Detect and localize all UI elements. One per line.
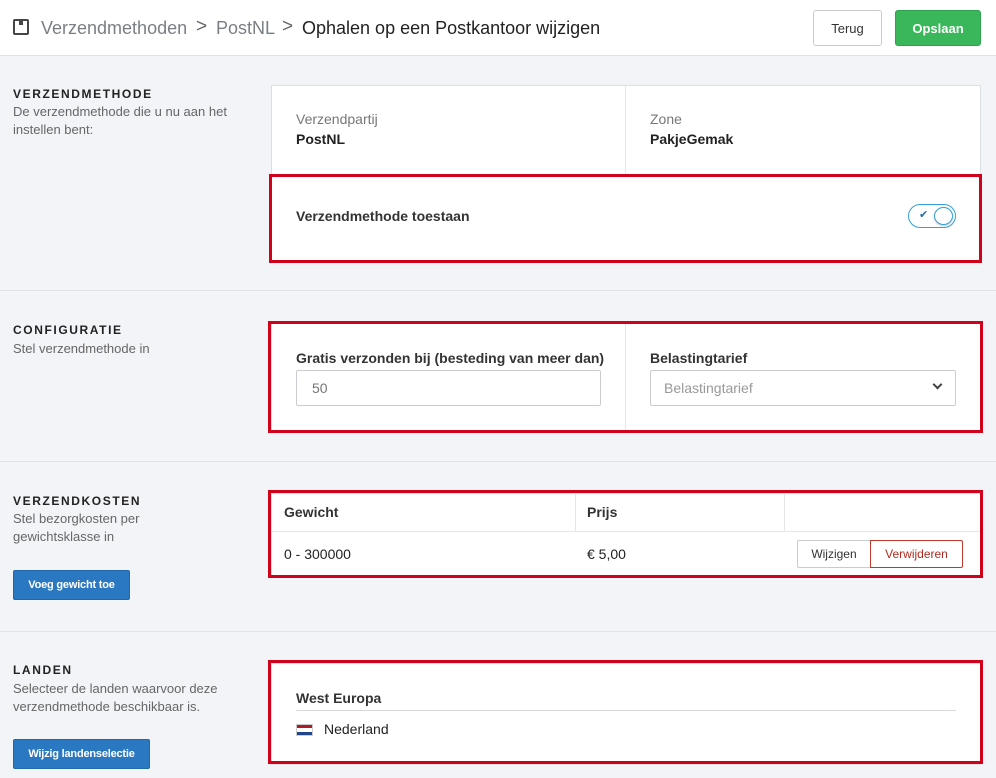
chevron-down-icon [932, 379, 943, 390]
section-title-verzendmethode: VERZENDMETHODE [13, 87, 153, 101]
carrier-value: PostNL [296, 131, 345, 147]
allow-method-toggle[interactable]: ✔ [908, 204, 956, 228]
tax-rate-select[interactable]: Belastingtarief [650, 370, 956, 406]
zone-label: Zone [650, 111, 682, 127]
edit-button[interactable]: Wijzigen [797, 540, 871, 568]
zone-value: PakjeGemak [650, 131, 734, 147]
countries-card [271, 663, 981, 765]
toggle-knob [934, 207, 953, 225]
netherlands-flag-icon [296, 724, 313, 736]
free-shipping-input[interactable] [296, 370, 601, 406]
package-icon [13, 19, 29, 35]
back-button[interactable]: Terug [813, 10, 882, 46]
section-title-configuratie: CONFIGURATIE [13, 323, 123, 337]
column-header-price: Prijs [587, 504, 618, 520]
carrier-label: Verzendpartij [296, 111, 378, 127]
region-heading: West Europa [296, 690, 382, 706]
country-item-nederland: Nederland [324, 721, 389, 737]
breadcrumb-separator: > [282, 16, 294, 37]
tax-rate-placeholder: Belastingtarief [664, 380, 753, 396]
top-bar: Verzendmethoden > PostNL > Ophalen op ee… [0, 0, 996, 56]
breadcrumb-separator: > [196, 16, 208, 37]
breadcrumb-verzendmethoden[interactable]: Verzendmethoden [41, 17, 187, 39]
save-button[interactable]: Opslaan [895, 10, 981, 46]
free-shipping-label: Gratis verzonden bij (besteding van meer… [296, 350, 605, 366]
add-weight-button[interactable]: Voeg gewicht toe [13, 570, 130, 600]
section-title-landen: LANDEN [13, 663, 73, 677]
column-header-weight: Gewicht [284, 504, 339, 520]
tax-rate-label: Belastingtarief [650, 350, 748, 366]
section-description-landen: Selecteer de landen waarvoor deze verzen… [13, 681, 218, 714]
allow-method-label: Verzendmethode toestaan [296, 208, 470, 224]
breadcrumb-postnl[interactable]: PostNL [216, 17, 275, 39]
check-icon: ✔ [919, 209, 929, 221]
page-title: Ophalen op een Postkantoor wijzigen [302, 18, 601, 38]
change-countries-button[interactable]: Wijzig landenselectie [13, 739, 150, 769]
price-cell: € 5,00 [587, 546, 626, 562]
section-title-verzendkosten: VERZENDKOSTEN [13, 494, 142, 508]
section-description-verzendkosten: Stel bezorgkosten per gewichtsklasse in [13, 511, 140, 544]
section-description-verzendmethode: De verzendmethode die u nu aan het inste… [13, 104, 227, 137]
delete-button[interactable]: Verwijderen [870, 540, 963, 568]
weight-cell: 0 - 300000 [284, 546, 351, 562]
section-description-configuratie: Stel verzendmethode in [13, 341, 150, 356]
